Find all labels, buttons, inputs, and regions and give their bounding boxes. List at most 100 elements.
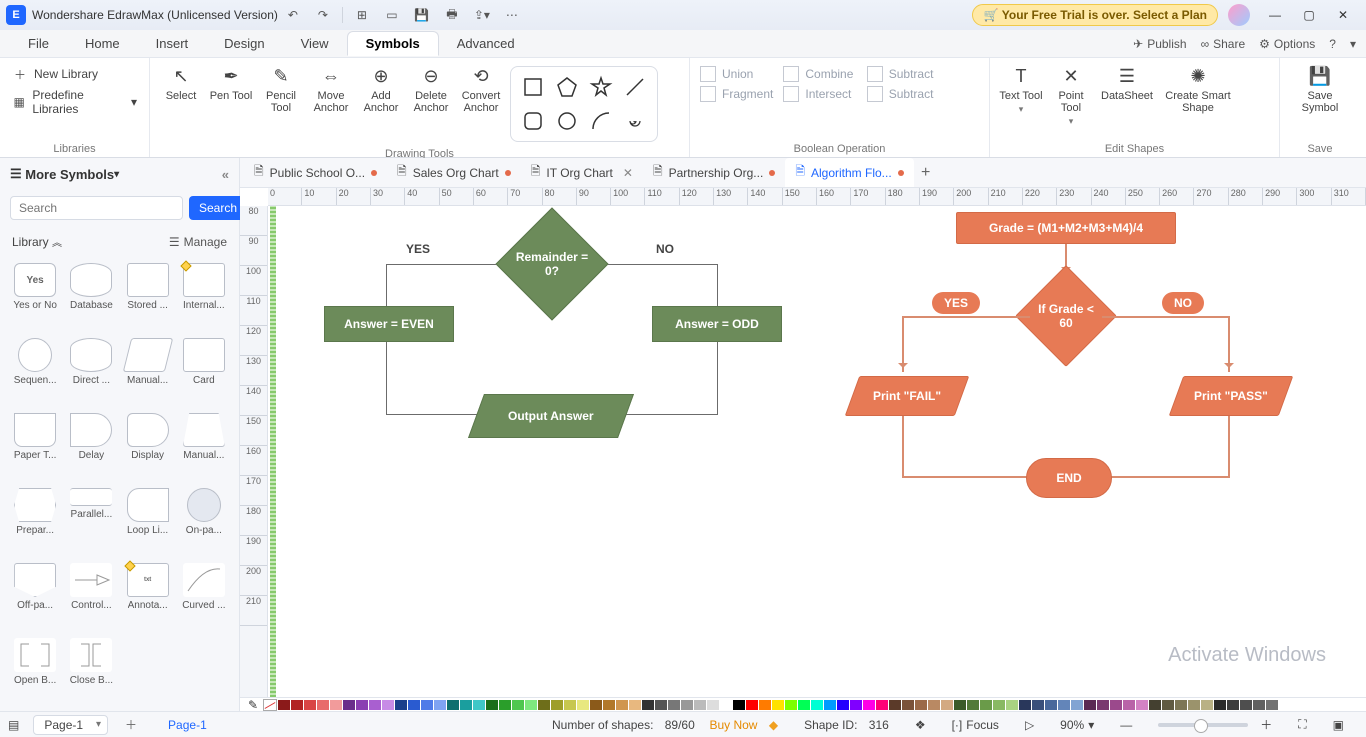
menu-home[interactable]: Home — [67, 32, 138, 55]
library-item[interactable]: Display — [121, 411, 175, 478]
library-item[interactable]: Internal... — [177, 261, 231, 328]
save-button[interactable]: 💾 — [409, 4, 435, 26]
buy-now-link[interactable]: Buy Now — [709, 718, 757, 732]
color-swatch[interactable] — [746, 700, 758, 710]
subtract-button[interactable]: Subtract — [867, 66, 940, 82]
color-swatch[interactable] — [655, 700, 667, 710]
search-button[interactable]: Search — [189, 196, 247, 220]
color-swatch[interactable] — [278, 700, 290, 710]
manage-button[interactable]: ☰Manage — [169, 235, 227, 249]
predefine-libraries-button[interactable]: ▦Predefine Libraries▾ — [10, 86, 139, 118]
focus-button[interactable]: [·] Focus — [952, 718, 999, 732]
shape-spiral[interactable] — [621, 107, 649, 135]
close-button[interactable]: ✕ — [1326, 2, 1360, 28]
add-tab-button[interactable]: + — [914, 164, 938, 182]
select-tool[interactable]: ↖Select — [156, 62, 206, 104]
color-swatch[interactable] — [1240, 700, 1252, 710]
color-swatch[interactable] — [590, 700, 602, 710]
color-swatch[interactable] — [889, 700, 901, 710]
color-swatch[interactable] — [317, 700, 329, 710]
library-item[interactable]: Open B... — [8, 636, 62, 703]
options-button[interactable]: ⚙Options — [1259, 37, 1315, 51]
library-label[interactable]: Library — [12, 235, 49, 249]
color-swatch[interactable] — [486, 700, 498, 710]
menu-design[interactable]: Design — [206, 32, 282, 55]
text-tool[interactable]: TText Tool▾ — [996, 62, 1046, 117]
color-swatch[interactable] — [577, 700, 589, 710]
subtract2-button[interactable]: Subtract — [867, 86, 940, 102]
color-swatch[interactable] — [1032, 700, 1044, 710]
color-swatch[interactable] — [668, 700, 680, 710]
color-swatch[interactable] — [876, 700, 888, 710]
export-button[interactable]: ⇪▾ — [469, 4, 495, 26]
color-swatch[interactable] — [1006, 700, 1018, 710]
smart-shape-tool[interactable]: ✺Create Smart Shape — [1158, 62, 1238, 116]
color-swatch[interactable] — [525, 700, 537, 710]
save-symbol-tool[interactable]: 💾Save Symbol — [1286, 62, 1354, 116]
library-item[interactable]: txtAnnota... — [121, 561, 175, 628]
add-anchor-tool[interactable]: ⊕Add Anchor — [356, 62, 406, 116]
search-input[interactable] — [10, 196, 183, 220]
color-swatch[interactable] — [512, 700, 524, 710]
decision-remainder[interactable]: Remainder = 0? — [495, 207, 608, 320]
print-button[interactable]: 🖶 — [439, 4, 465, 26]
color-swatch[interactable] — [304, 700, 316, 710]
more-dropdown[interactable]: ⋯ — [499, 4, 525, 26]
color-swatch[interactable] — [356, 700, 368, 710]
new-button[interactable]: ⊞ — [349, 4, 375, 26]
library-item[interactable]: Database — [64, 261, 118, 328]
library-item[interactable]: Close B... — [64, 636, 118, 703]
color-swatch[interactable] — [382, 700, 394, 710]
share-button[interactable]: ∞Share — [1201, 37, 1246, 51]
close-tab-icon[interactable]: ✕ — [623, 166, 633, 180]
presentation-icon[interactable]: ▷ — [1025, 718, 1034, 732]
document-tab[interactable]: 🗎Sales Org Chart — [387, 158, 521, 187]
help-button[interactable]: ? — [1329, 37, 1336, 51]
shape-star[interactable] — [587, 73, 615, 101]
open-button[interactable]: ▭ — [379, 4, 405, 26]
color-swatch[interactable] — [421, 700, 433, 710]
color-swatch[interactable] — [369, 700, 381, 710]
color-swatch[interactable] — [694, 700, 706, 710]
menu-insert[interactable]: Insert — [138, 32, 207, 55]
color-swatch[interactable] — [785, 700, 797, 710]
color-swatch[interactable] — [616, 700, 628, 710]
document-tab[interactable]: 🗎Algorithm Flo... — [785, 158, 913, 187]
undo-button[interactable]: ↶ — [280, 4, 306, 26]
color-swatch[interactable] — [720, 700, 732, 710]
move-anchor-tool[interactable]: ⇔Move Anchor — [306, 62, 356, 116]
collapse-ribbon[interactable]: ▾ — [1350, 37, 1356, 51]
color-swatch[interactable] — [460, 700, 472, 710]
shape-roundrect[interactable] — [519, 107, 547, 135]
color-swatch[interactable] — [1162, 700, 1174, 710]
redo-button[interactable]: ↷ — [310, 4, 336, 26]
color-swatch[interactable] — [603, 700, 615, 710]
color-swatch[interactable] — [1123, 700, 1135, 710]
datasheet-tool[interactable]: ☰DataSheet — [1096, 62, 1158, 104]
intersect-button[interactable]: Intersect — [783, 86, 856, 102]
terminator-end[interactable]: END — [1026, 458, 1112, 498]
point-tool[interactable]: ✕Point Tool▾ — [1046, 62, 1096, 129]
color-swatch[interactable] — [928, 700, 940, 710]
color-swatch[interactable] — [837, 700, 849, 710]
library-item[interactable]: Curved ... — [177, 561, 231, 628]
delete-anchor-tool[interactable]: ⊖Delete Anchor — [406, 62, 456, 116]
document-tab[interactable]: 🗎Partnership Org... — [643, 158, 785, 187]
color-swatch[interactable] — [915, 700, 927, 710]
color-swatch[interactable] — [551, 700, 563, 710]
io-pass[interactable]: Print "PASS" — [1169, 376, 1294, 416]
shape-arc[interactable] — [587, 107, 615, 135]
menu-view[interactable]: View — [283, 32, 347, 55]
zoom-value[interactable]: 90% ▾ — [1060, 718, 1094, 732]
library-item[interactable]: Prepar... — [8, 486, 62, 553]
io-output[interactable]: Output Answer — [468, 394, 634, 438]
zoom-in-button[interactable]: ＋ — [1260, 716, 1272, 733]
color-swatch[interactable] — [1214, 700, 1226, 710]
library-item[interactable]: Loop Li... — [121, 486, 175, 553]
color-swatch[interactable] — [408, 700, 420, 710]
color-swatch[interactable] — [1227, 700, 1239, 710]
avatar[interactable] — [1228, 4, 1250, 26]
library-item[interactable]: Off-pa... — [8, 561, 62, 628]
color-swatch[interactable] — [330, 700, 342, 710]
color-swatch[interactable] — [343, 700, 355, 710]
